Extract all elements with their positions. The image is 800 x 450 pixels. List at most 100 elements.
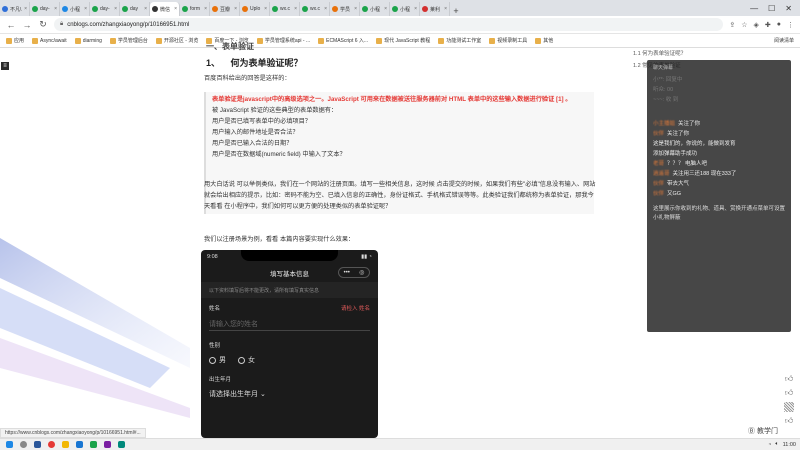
chat-message: 小主播姐 关注了你 bbox=[653, 119, 785, 129]
bookmark-item[interactable]: 应用 bbox=[6, 37, 24, 44]
app-icon[interactable] bbox=[116, 440, 126, 449]
close-tab-icon[interactable]: × bbox=[174, 6, 177, 12]
close-tab-icon[interactable]: × bbox=[264, 6, 267, 12]
close-tab-icon[interactable]: × bbox=[234, 6, 237, 12]
thumbs-up-icon[interactable]: 👍︎ bbox=[784, 388, 794, 398]
close-tab-icon[interactable]: × bbox=[444, 6, 447, 12]
browser-tab[interactable]: 小程 × bbox=[390, 2, 420, 16]
app-icon[interactable] bbox=[32, 440, 42, 449]
bookmark-item[interactable]: 视频录制工具 bbox=[489, 37, 527, 44]
tab-favicon bbox=[422, 6, 428, 12]
close-tab-icon[interactable]: × bbox=[384, 6, 387, 12]
clock[interactable]: 11:00 bbox=[783, 442, 796, 448]
browser-tab[interactable]: day- × bbox=[30, 2, 60, 16]
close-tab-icon[interactable]: × bbox=[144, 6, 147, 12]
reading-list[interactable]: 阅读清单 bbox=[774, 37, 794, 44]
close-tab-icon[interactable]: × bbox=[294, 6, 297, 12]
wechat-icon[interactable] bbox=[88, 440, 98, 449]
browser-tab[interactable]: day- × bbox=[90, 2, 120, 16]
browser-tab[interactable]: 小程 × bbox=[60, 2, 90, 16]
chat-username: 小主播姐 bbox=[653, 121, 676, 127]
birth-label: 出生年月 bbox=[209, 377, 232, 383]
address-bar[interactable]: 🔒︎ cnblogs.com/zhangxiaoyong/p/10166951.… bbox=[54, 18, 724, 31]
tab-label: 小程 bbox=[70, 6, 81, 13]
browser-tab[interactable]: 微信 × bbox=[150, 2, 180, 16]
bookmark-item[interactable]: 学员管理系统api - ... bbox=[256, 37, 310, 44]
new-tab-button[interactable]: + bbox=[450, 6, 462, 16]
toc-item[interactable]: 1.1 何为表单验证呢？ bbox=[633, 48, 686, 60]
bookmark-item[interactable]: 功能测试工作室 bbox=[438, 37, 481, 44]
minimize-icon[interactable]: — bbox=[750, 4, 758, 13]
chrome-icon[interactable] bbox=[46, 440, 56, 449]
maximize-icon[interactable]: ☐ bbox=[768, 4, 775, 13]
tab-label: 小程 bbox=[400, 6, 411, 13]
bookmark-item[interactable]: 学员管理后台 bbox=[109, 37, 148, 44]
chat-username: 伙伴 bbox=[653, 191, 665, 197]
close-tab-icon[interactable]: × bbox=[414, 6, 417, 12]
browser-tab[interactable]: 莱利 × bbox=[420, 2, 450, 16]
browser-tab[interactable]: 不凡\ × bbox=[0, 2, 30, 16]
extension-icon[interactable]: ◈ bbox=[754, 21, 759, 29]
qr-code-icon[interactable] bbox=[784, 402, 794, 412]
bookmark-item[interactable]: 现代 JavaScript 教程 bbox=[376, 37, 430, 44]
reload-icon[interactable]: ↻ bbox=[38, 19, 48, 30]
tab-favicon bbox=[242, 6, 248, 12]
browser-tab[interactable]: 学员 × bbox=[330, 2, 360, 16]
bookmark-label: 应用 bbox=[14, 38, 25, 44]
network-icon[interactable]: ◔ bbox=[768, 442, 771, 448]
star-icon[interactable]: ☆ bbox=[741, 21, 747, 29]
vscode-icon[interactable] bbox=[74, 440, 84, 449]
profile-icon[interactable]: ● bbox=[777, 21, 781, 29]
forward-icon[interactable]: → bbox=[22, 20, 32, 30]
chat-username: 老哥 bbox=[653, 161, 665, 167]
browser-tab[interactable]: form × bbox=[180, 2, 210, 16]
quote-line: 被 JavaScript 验证的这些典型的表单数据有： bbox=[212, 107, 338, 114]
close-tab-icon[interactable]: × bbox=[54, 6, 57, 12]
browser-tab[interactable]: 小程 × bbox=[360, 2, 390, 16]
share-icon[interactable]: ⇪ bbox=[729, 21, 735, 29]
volume-icon[interactable]: 🔈︎ bbox=[775, 441, 778, 448]
search-icon[interactable] bbox=[18, 440, 28, 449]
browser-tab[interactable]: wx.c × bbox=[300, 2, 330, 16]
bookmark-item[interactable]: ECMAScript 6 入... bbox=[318, 37, 368, 44]
folder-icon[interactable] bbox=[60, 440, 70, 449]
birth-field: 出生年月 请选择出生年月 ⌄ bbox=[201, 365, 378, 399]
tab-favicon bbox=[182, 6, 188, 12]
close-tab-icon[interactable]: × bbox=[84, 6, 87, 12]
browser-tab[interactable]: Uplo × bbox=[240, 2, 270, 16]
bookmark-item[interactable]: diarming bbox=[74, 37, 102, 44]
bookmark-icon bbox=[256, 37, 263, 44]
tab-favicon bbox=[62, 6, 68, 12]
system-tray: ◔ 🔈︎ 11:00 bbox=[768, 441, 796, 448]
tab-label: wx.c bbox=[280, 6, 290, 12]
browser-tab[interactable]: wx.c × bbox=[270, 2, 300, 16]
browser-tab[interactable]: 豆瓣 × bbox=[210, 2, 240, 16]
bookmark-label: Async/await bbox=[40, 37, 67, 44]
browser-window: 不凡\ × day- × 小程 × day- × day × 微信 × form × 豆瓣 × Uplo × wx.… bbox=[0, 0, 800, 450]
browser-tab[interactable]: day × bbox=[120, 2, 150, 16]
close-tab-icon[interactable]: × bbox=[324, 6, 327, 12]
back-icon[interactable]: ← bbox=[6, 20, 16, 30]
name-label: 姓名 bbox=[209, 306, 221, 312]
close-tab-icon[interactable]: × bbox=[114, 6, 117, 12]
tab-label: 学员 bbox=[340, 6, 351, 13]
app-icon[interactable] bbox=[102, 440, 112, 449]
gender-label: 性别 bbox=[209, 343, 221, 349]
bookmark-item[interactable]: Async/await bbox=[32, 37, 67, 44]
close-tab-icon[interactable]: × bbox=[354, 6, 357, 12]
close-tab-icon[interactable]: × bbox=[204, 6, 207, 12]
chat-text: 又GG bbox=[667, 191, 682, 197]
intro-text: 百度百科给出的回答是这样的： bbox=[204, 75, 291, 82]
close-window-icon[interactable]: ✕ bbox=[785, 4, 792, 13]
thumbs-up-icon[interactable]: 👍︎ bbox=[784, 416, 794, 426]
bookmark-item[interactable]: 开源社区 - 浏览 bbox=[155, 37, 198, 44]
close-tab-icon[interactable]: × bbox=[24, 6, 27, 12]
bookmark-item[interactable]: 其他 bbox=[535, 37, 553, 44]
chat-message: 伙伴 带去大气 bbox=[653, 179, 785, 189]
thumbs-up-icon[interactable]: 👍︎ bbox=[784, 374, 794, 384]
hamburger-menu-icon[interactable]: ≡ bbox=[1, 62, 9, 70]
faint-line: ~~~: 收 到 bbox=[653, 97, 679, 103]
start-icon[interactable] bbox=[4, 440, 14, 449]
extensions-puzzle-icon[interactable]: ✚ bbox=[765, 21, 771, 29]
menu-icon[interactable]: ⋮ bbox=[787, 21, 794, 29]
